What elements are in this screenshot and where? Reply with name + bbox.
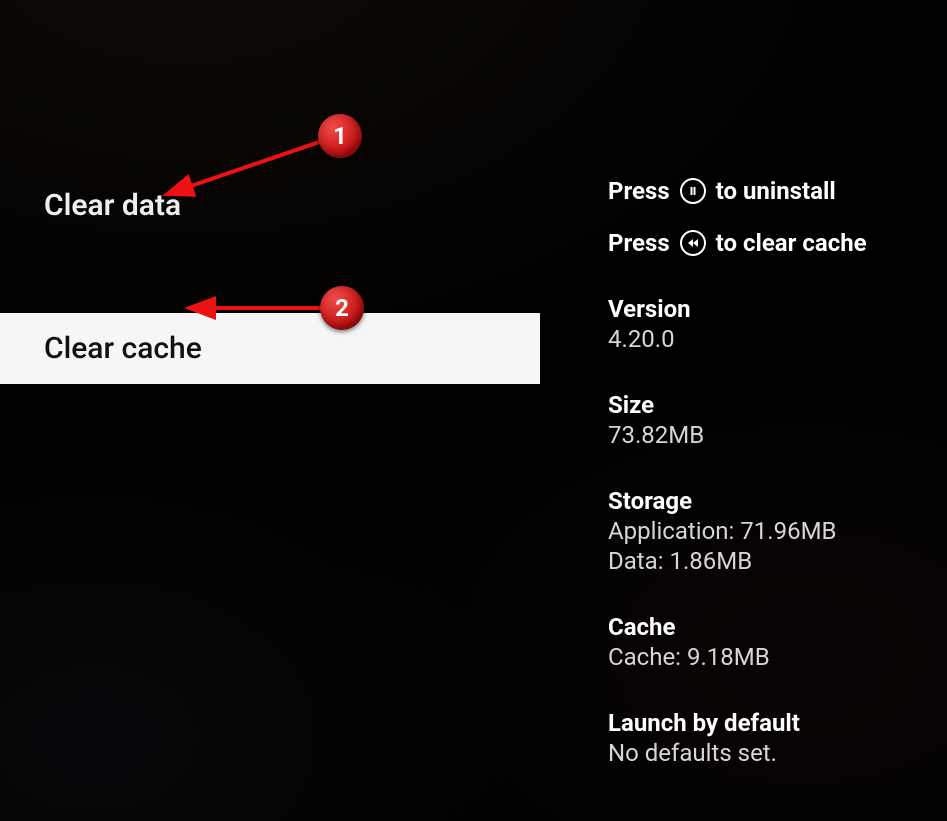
app-details-panel: Press to uninstall Press to clear cache … bbox=[608, 177, 928, 767]
size-value: 73.82MB bbox=[608, 421, 928, 449]
storage-title: Storage bbox=[608, 487, 928, 515]
hint-uninstall-label: to uninstall bbox=[716, 177, 836, 205]
storage-data-value: Data: 1.86MB bbox=[608, 547, 928, 575]
app-actions-menu: Clear data Clear cache bbox=[0, 170, 540, 384]
storage-application-value: Application: 71.96MB bbox=[608, 517, 928, 545]
annotation-badge-label: 2 bbox=[335, 294, 349, 322]
cache-title: Cache bbox=[608, 613, 928, 641]
size-section: Size 73.82MB bbox=[608, 391, 928, 449]
annotation-badge-2: 2 bbox=[320, 286, 364, 330]
hint-clear-cache-label: to clear cache bbox=[716, 229, 867, 257]
version-section: Version 4.20.0 bbox=[608, 295, 928, 353]
launch-title: Launch by default bbox=[608, 709, 928, 737]
menu-item-label: Clear data bbox=[44, 188, 181, 223]
version-title: Version bbox=[608, 295, 928, 323]
hint-press-label: Press bbox=[608, 229, 670, 257]
cache-section: Cache Cache: 9.18MB bbox=[608, 613, 928, 671]
menu-item-clear-cache[interactable]: Clear cache bbox=[0, 313, 540, 384]
annotation-badge-label: 1 bbox=[333, 122, 347, 150]
cache-value: Cache: 9.18MB bbox=[608, 643, 928, 671]
menu-item-label: Clear cache bbox=[44, 331, 202, 366]
rewind-button-icon bbox=[680, 230, 706, 256]
annotation-badge-1: 1 bbox=[318, 114, 362, 158]
hint-clear-cache: Press to clear cache bbox=[608, 229, 928, 257]
hint-uninstall: Press to uninstall bbox=[608, 177, 928, 205]
launch-by-default-section: Launch by default No defaults set. bbox=[608, 709, 928, 767]
size-title: Size bbox=[608, 391, 928, 419]
hint-press-label: Press bbox=[608, 177, 670, 205]
version-value: 4.20.0 bbox=[608, 325, 928, 353]
menu-button-icon bbox=[680, 178, 706, 204]
launch-value: No defaults set. bbox=[608, 739, 928, 767]
menu-item-clear-data[interactable]: Clear data bbox=[0, 170, 540, 241]
storage-section: Storage Application: 71.96MB Data: 1.86M… bbox=[608, 487, 928, 575]
